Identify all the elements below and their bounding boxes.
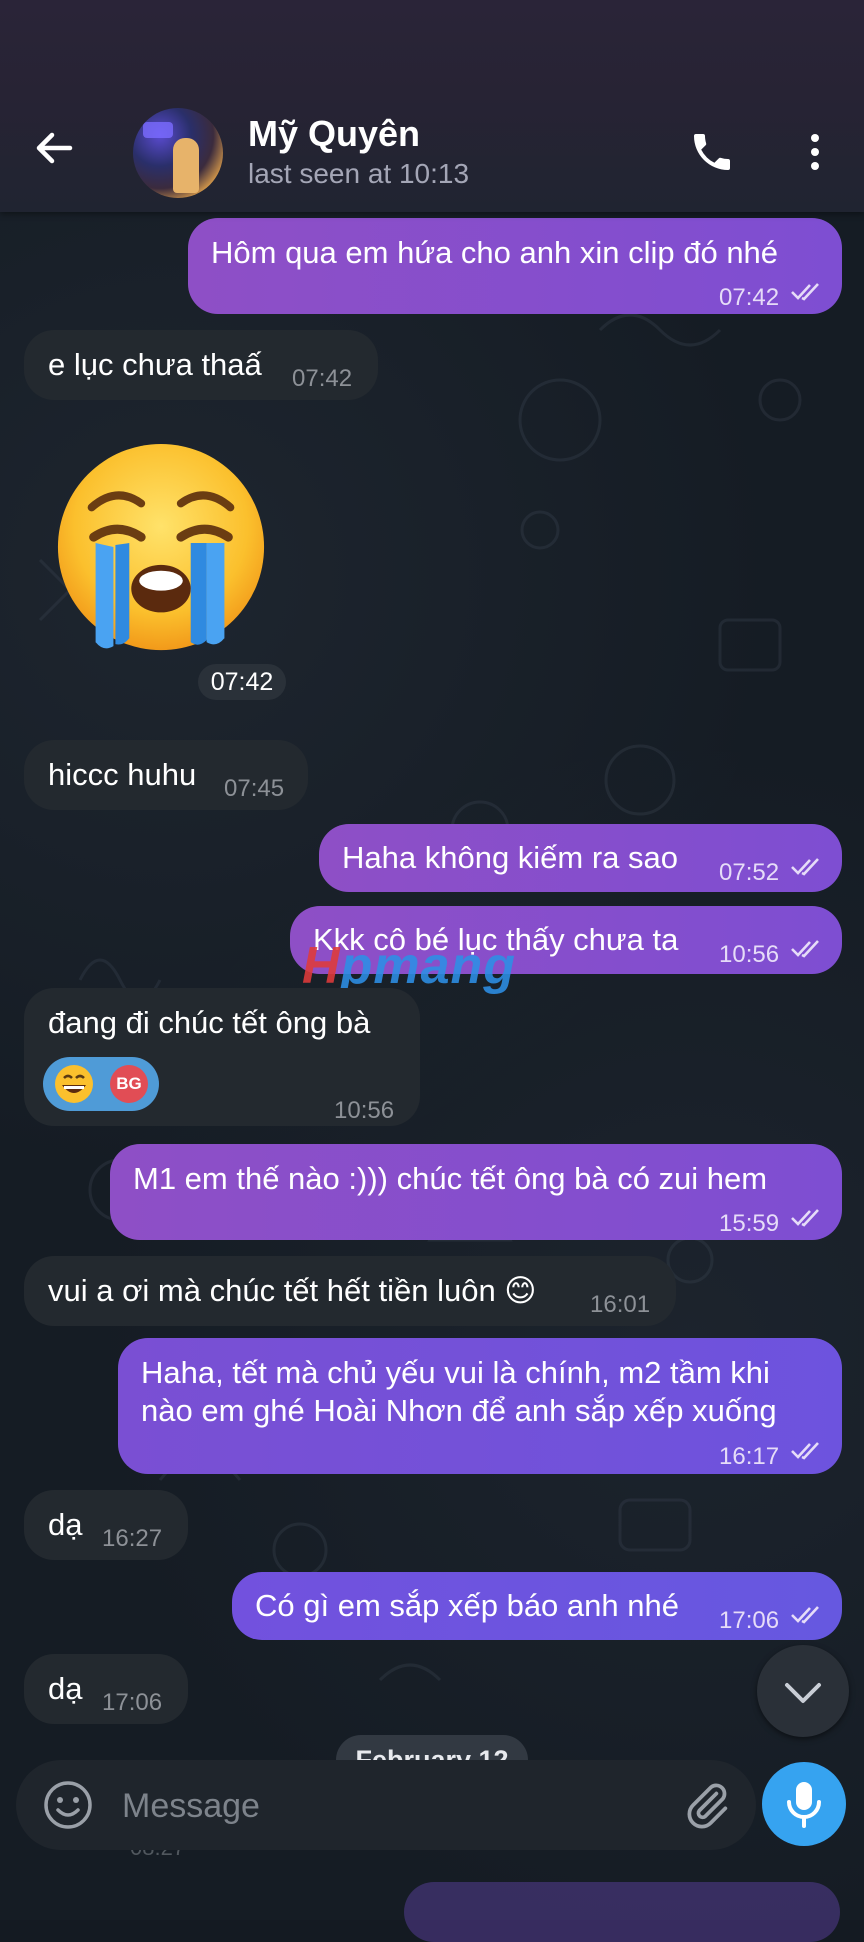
more-options-button[interactable] [797, 128, 833, 176]
scroll-to-bottom-button[interactable] [757, 1645, 849, 1737]
message-time: 07:52 [719, 859, 780, 886]
message-text: vui a ơi mà chúc tết hết tiền luôn 😊 [48, 1273, 537, 1308]
message-text: Có gì em sắp xếp báo anh nhé [255, 1588, 679, 1623]
message-time: 10:56 [334, 1097, 395, 1124]
grinning-face-icon [55, 1065, 93, 1103]
message-time: 17:06 [719, 1607, 780, 1634]
message-incoming[interactable]: hiccc huhu 07:45 [24, 740, 308, 810]
attach-button[interactable] [682, 1778, 732, 1832]
sticker-time: 07:42 [198, 664, 286, 700]
emoji-button[interactable] [42, 1779, 94, 1831]
smile-icon [44, 1781, 92, 1829]
double-check-icon [791, 1209, 819, 1227]
message-outgoing[interactable]: Hôm qua em hứa cho anh xin clip đó nhé 0… [188, 218, 842, 314]
loudly-crying-face-icon[interactable] [52, 440, 270, 658]
message-outgoing[interactable]: Haha không kiếm ra sao 07:52 [319, 824, 842, 892]
contact-name[interactable]: Mỹ Quyên [248, 113, 420, 155]
message-text: hiccc huhu [48, 757, 197, 792]
message-outgoing[interactable]: M1 em thế nào :))) chúc tết ông bà có zu… [110, 1144, 842, 1240]
message-outgoing-partial [404, 1882, 840, 1942]
message-time: 07:42 [292, 365, 353, 392]
message-text: Haha không kiếm ra sao [342, 840, 679, 875]
paperclip-icon [687, 1783, 728, 1829]
voice-record-button[interactable] [762, 1762, 846, 1846]
message-text: đang đi chúc tết ông bà [48, 1005, 371, 1040]
phone-icon [694, 134, 730, 170]
message-text-line-2: nào em ghé Hoài Nhơn để anh sắp xếp xuốn… [141, 1393, 777, 1428]
message-outgoing[interactable]: Có gì em sắp xếp báo anh nhé 17:06 [232, 1572, 842, 1640]
watermark-logo: Hpmang [302, 937, 517, 995]
contact-avatar[interactable] [133, 108, 223, 198]
double-check-icon [791, 1606, 819, 1624]
chevron-down-icon [785, 1683, 821, 1703]
message-time: 17:06 [102, 1689, 163, 1716]
reaction-avatar: BG [110, 1065, 148, 1103]
message-time: 16:17 [719, 1443, 780, 1470]
message-text: dạ [48, 1507, 83, 1542]
message-input[interactable] [120, 1782, 564, 1830]
arrow-left-icon [36, 132, 73, 164]
back-button[interactable] [30, 123, 80, 173]
more-vertical-icon [811, 134, 819, 170]
double-check-icon [791, 283, 819, 301]
message-text: M1 em thế nào :))) chúc tết ông bà có zu… [133, 1161, 768, 1196]
message-time: 16:01 [590, 1291, 651, 1318]
message-reaction[interactable]: BG [43, 1057, 159, 1111]
chat-header: Mỹ Quyên last seen at 10:13 [0, 0, 864, 212]
message-text: e lục chưa thaấ [48, 347, 262, 382]
message-time: 15:59 [719, 1210, 780, 1237]
last-seen-status: last seen at 10:13 [248, 158, 470, 189]
message-composer [16, 1760, 756, 1850]
message-time: 10:56 [719, 941, 780, 968]
message-outgoing[interactable]: Haha, tết mà chủ yếu vui là chính, m2 tầ… [118, 1338, 842, 1474]
message-incoming[interactable]: dạ 16:27 [24, 1490, 188, 1560]
message-incoming[interactable]: vui a ơi mà chúc tết hết tiền luôn 😊 16:… [24, 1256, 676, 1326]
message-time: 07:45 [224, 775, 285, 802]
message-text-line-1: Haha, tết mà chủ yếu vui là chính, m2 tầ… [141, 1355, 770, 1390]
message-text: Hôm qua em hứa cho anh xin clip đó nhé [211, 235, 779, 270]
double-check-icon [791, 940, 819, 958]
message-text: dạ [48, 1671, 83, 1706]
double-check-icon [791, 858, 819, 876]
message-time: 16:27 [102, 1525, 163, 1552]
message-incoming[interactable]: e lục chưa thaấ 07:42 [24, 330, 378, 400]
message-incoming[interactable]: dạ 17:06 [24, 1654, 188, 1724]
double-check-icon [791, 1442, 819, 1460]
message-time: 07:42 [719, 284, 780, 311]
call-button[interactable] [688, 128, 736, 176]
microphone-icon [787, 1782, 821, 1828]
